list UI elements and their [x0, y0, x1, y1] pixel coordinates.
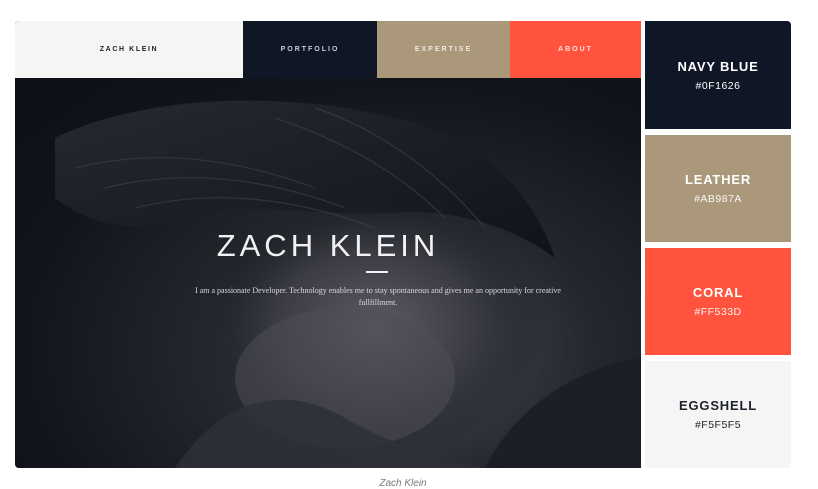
image-caption: Zach Klein	[379, 478, 427, 489]
nav-link-expertise[interactable]: EXPERTISE	[377, 21, 510, 78]
swatch-name: CORAL	[692, 285, 744, 300]
swatch-navy-blue: NAVY BLUE #0F1626	[645, 21, 791, 129]
swatch-leather: LEATHER #AB987A	[645, 135, 791, 242]
site-logo-link[interactable]: ZACH KLEIN	[15, 21, 243, 78]
swatch-name: NAVY BLUE	[677, 58, 759, 74]
hero-portrait-photo	[55, 100, 641, 468]
site-navbar: ZACH KLEIN PORTFOLIO EXPERTISE ABOUT	[15, 21, 641, 78]
swatch-eggshell: EGGSHELL #F5F5F5	[645, 361, 791, 468]
swatch-name: EGGSHELL	[679, 398, 757, 413]
nav-link-portfolio[interactable]: PORTFOLIO	[243, 21, 377, 78]
swatch-name: LEATHER	[684, 172, 752, 187]
website-mockup: ZACH KLEIN PORTFOLIO EXPERTISE ABOUT ZAC…	[15, 21, 641, 468]
design-showcase-card: ZACH KLEIN PORTFOLIO EXPERTISE ABOUT ZAC…	[15, 21, 791, 468]
swatch-hex: #F5F5F5	[694, 419, 742, 431]
swatch-coral: CORAL #FF533D	[645, 248, 791, 355]
hero-title: ZACH KLEIN	[216, 228, 440, 263]
nav-link-about[interactable]: ABOUT	[510, 21, 641, 78]
swatch-hex: #AB987A	[694, 193, 742, 205]
hero-divider	[366, 271, 388, 273]
hero-section: ZACH KLEIN I am a passionate Developer. …	[15, 78, 641, 468]
swatch-hex: #FF533D	[694, 306, 742, 318]
hero-description: I am a passionate Developer. Technology …	[195, 286, 561, 307]
swatch-hex: #0F1626	[695, 79, 741, 92]
